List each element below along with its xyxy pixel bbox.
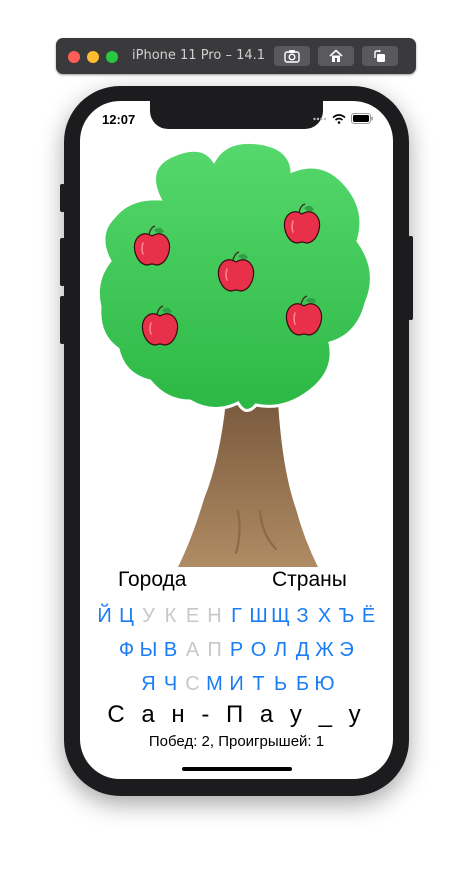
keyboard-row: ЯЧСМИТЬБЮ	[80, 667, 393, 701]
close-window-button[interactable]	[68, 51, 80, 63]
minimize-window-button[interactable]	[87, 51, 99, 63]
zoom-window-button[interactable]	[106, 51, 118, 63]
tree-trunk	[178, 401, 318, 567]
keyboard-row: ФЫВАПРОЛДЖЭ	[80, 633, 393, 667]
letter-key[interactable]: Ш	[248, 605, 270, 628]
letter-key[interactable]: Й	[94, 605, 116, 628]
simulator-title: iPhone 11 Pro – 14.1	[132, 48, 266, 63]
letter-key[interactable]: В	[160, 639, 182, 662]
screenshot-button[interactable]	[274, 46, 310, 66]
guess-word: С а н - П а у _ у	[107, 701, 366, 728]
rotate-icon	[374, 49, 385, 62]
letter-key[interactable]: Ц	[116, 605, 138, 628]
letter-key[interactable]: Х	[314, 605, 336, 628]
rotate-button[interactable]	[362, 46, 398, 66]
letter-key: А	[185, 638, 200, 661]
letter-key: П	[207, 638, 222, 661]
letter-key: Е	[185, 604, 200, 627]
apple-tree-image	[96, 140, 373, 567]
letter-key[interactable]: Р	[226, 639, 248, 662]
category-label-countries: Страны	[272, 568, 347, 591]
letter-key: К	[164, 604, 177, 627]
category-label-cities: Города	[118, 568, 187, 591]
letter-key[interactable]: Г	[226, 605, 248, 628]
volume-up-button	[60, 238, 65, 286]
notch	[150, 101, 323, 129]
letter-key[interactable]: О	[248, 639, 270, 662]
letter-key[interactable]: Ы	[138, 639, 160, 662]
letter-key[interactable]: Ь	[270, 673, 292, 696]
cellular-signal-icon	[313, 117, 327, 120]
letter-key: Н	[207, 604, 222, 627]
letter-keyboard: ЙЦУКЕНГШЩЗХЪЁФЫВАПРОЛДЖЭЯЧСМИТЬБЮ	[80, 599, 393, 701]
letter-key[interactable]: Ё	[358, 605, 380, 628]
app-screen: 12:07 Города Страны Й Ц У К Е Н Г Ш Щ З …	[80, 101, 393, 779]
category-labels: Города Страны	[80, 568, 393, 596]
home-button[interactable]	[318, 46, 354, 66]
home-indicator[interactable]	[182, 767, 292, 771]
wifi-icon	[332, 113, 346, 124]
volume-down-button	[60, 296, 65, 344]
letter-key[interactable]: Л	[270, 639, 292, 662]
home-icon	[329, 49, 343, 62]
letter-key[interactable]: З	[292, 605, 314, 628]
letter-key: С	[185, 672, 200, 695]
letter-key[interactable]: Ф	[116, 639, 138, 662]
letter-key[interactable]: Ъ	[336, 605, 358, 628]
camera-icon	[284, 50, 300, 63]
simulator-toolbar: iPhone 11 Pro – 14.1	[56, 38, 416, 74]
letter-key[interactable]: М	[204, 673, 226, 696]
letter-key[interactable]: Ч	[160, 673, 182, 696]
power-button	[408, 236, 413, 320]
letter-key[interactable]: Б	[292, 673, 314, 696]
letter-key[interactable]: Э	[336, 639, 358, 662]
keyboard-row: ЙЦУКЕНГШЩЗХЪЁ	[80, 599, 393, 633]
letter-key[interactable]: Д	[292, 639, 314, 662]
letter-key[interactable]: Я	[138, 673, 160, 696]
letter-key[interactable]: И	[226, 673, 248, 696]
battery-icon	[351, 113, 373, 124]
letter-key: У	[142, 604, 155, 627]
letter-key[interactable]: Т	[248, 673, 270, 696]
status-icons	[313, 113, 373, 124]
letter-key[interactable]: Щ	[270, 605, 292, 628]
status-time: 12:07	[102, 112, 136, 127]
letter-key[interactable]: Ж	[314, 639, 336, 662]
score-label: Побед: 2, Проигрышей: 1	[148, 733, 325, 750]
letter-key[interactable]: Ю	[314, 673, 336, 696]
mute-switch	[60, 184, 65, 212]
